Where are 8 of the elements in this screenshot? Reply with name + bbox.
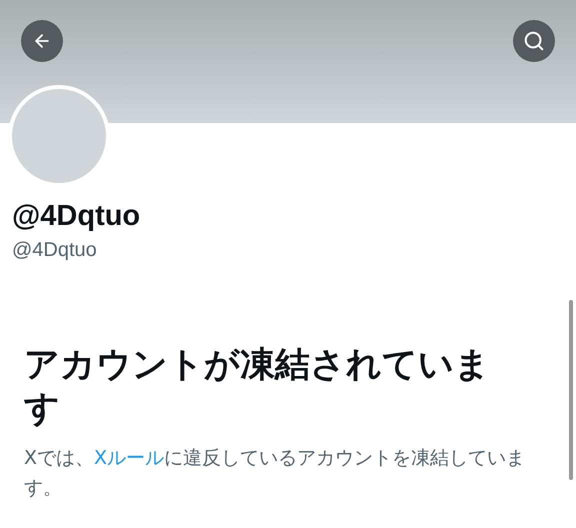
- search-button[interactable]: [513, 20, 555, 62]
- rules-link[interactable]: Xルール: [94, 447, 164, 469]
- display-name: @4Dqtuo: [12, 199, 142, 233]
- back-button[interactable]: [21, 20, 63, 62]
- handle: @4Dqtuo: [12, 238, 98, 263]
- notice-title: アカウントが凍結されています: [24, 344, 491, 431]
- notice-text: Xでは、Xルールに違反しているアカウントを凍結しています。: [24, 446, 526, 501]
- search-icon: [523, 30, 545, 52]
